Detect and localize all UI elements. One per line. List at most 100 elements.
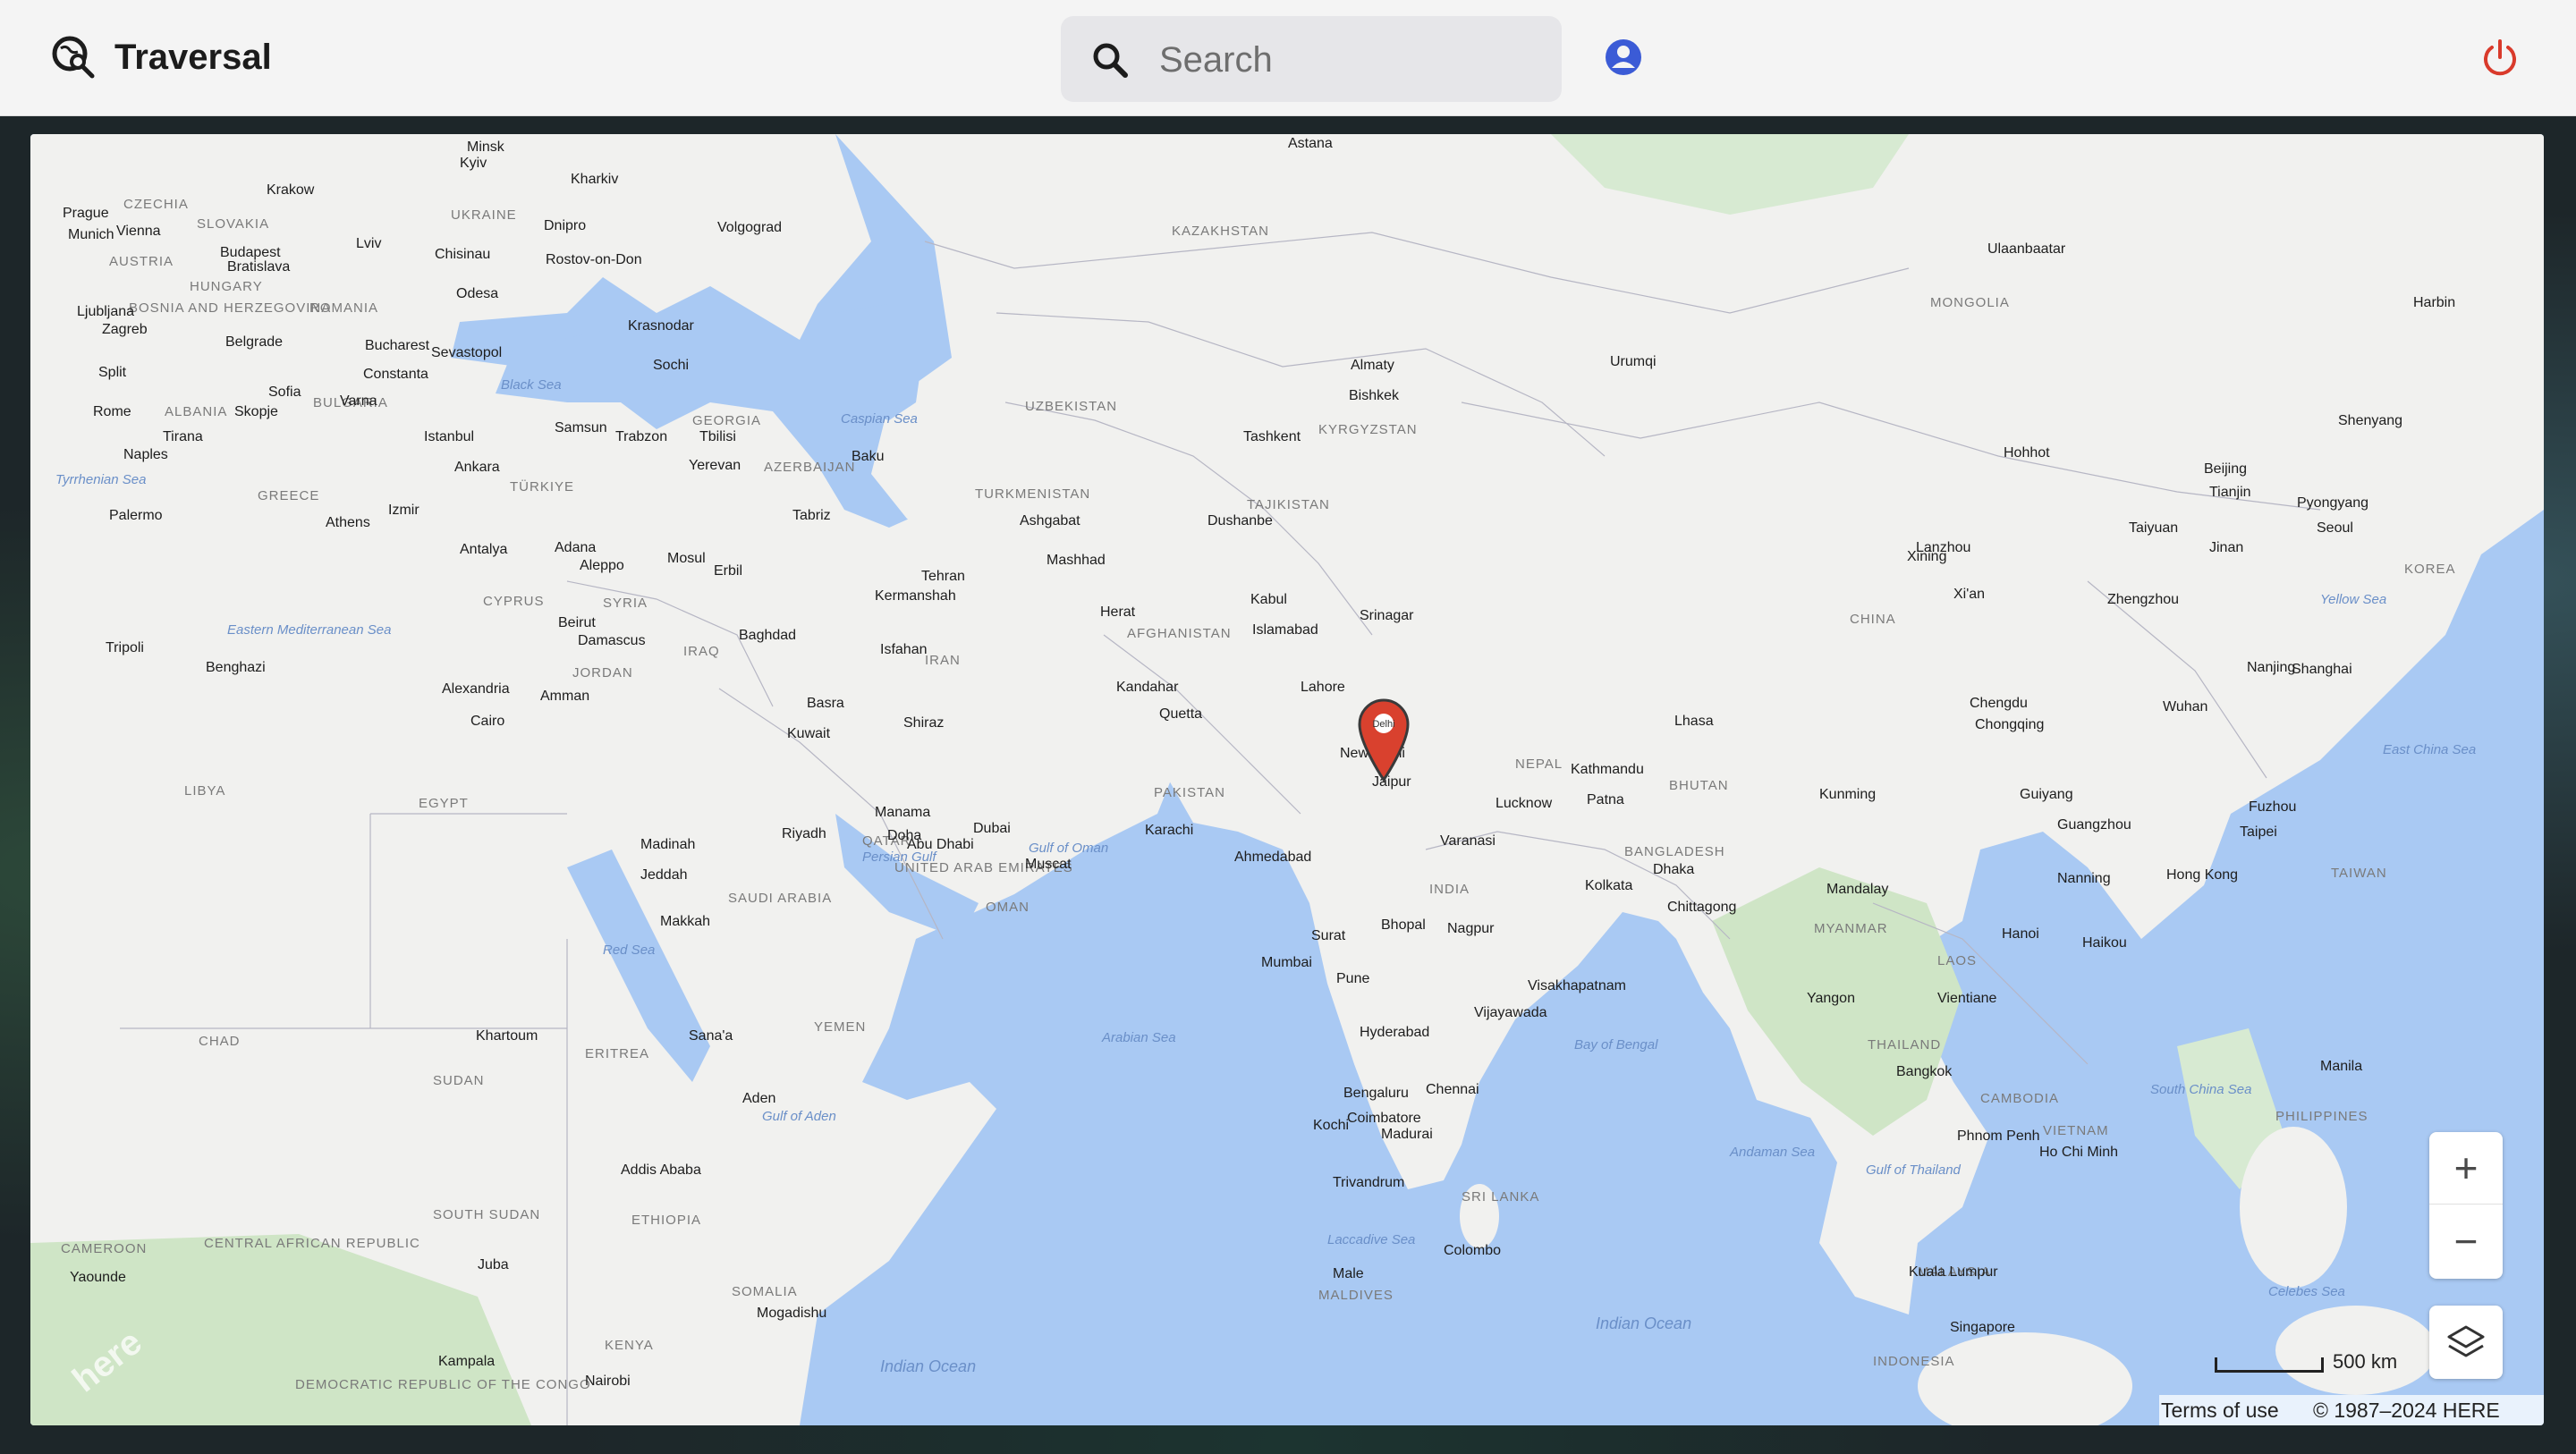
map-label: OMAN	[986, 900, 1030, 915]
map-label: MYANMAR	[1814, 921, 1888, 936]
map-label: UZBEKISTAN	[1025, 399, 1118, 414]
city-label: Istanbul	[424, 429, 475, 444]
city-label: Herat	[1100, 604, 1136, 620]
city-label: Benghazi	[206, 660, 266, 675]
search-box[interactable]	[1061, 16, 1562, 102]
zoom-in-button[interactable]: +	[2429, 1132, 2503, 1205]
scale-label: 500 km	[2333, 1350, 2398, 1373]
sea-label: Red Sea	[603, 943, 656, 958]
map-label: TURKMENISTAN	[975, 486, 1091, 502]
city-label: Hanoi	[2002, 926, 2039, 942]
city-label: Cairo	[470, 714, 505, 729]
city-label: Ashgabat	[1020, 513, 1080, 528]
map-view[interactable]: KAZAKHSTAN MONGOLIA UZBEKISTAN TURKMENIS…	[30, 134, 2544, 1425]
map-label: INDONESIA	[1873, 1354, 1955, 1369]
city-label: Nanning	[2057, 871, 2111, 886]
map-label: ALBANIA	[165, 404, 228, 419]
city-label: Kolkata	[1585, 878, 1633, 893]
map-label: KOREA	[2404, 562, 2456, 577]
city-label: Manila	[2320, 1059, 2363, 1074]
sea-label: Caspian Sea	[841, 411, 918, 427]
city-label: Yerevan	[689, 458, 741, 473]
city-label: Khartoum	[476, 1028, 538, 1044]
city-label: Rome	[93, 404, 131, 419]
map-label: SYRIA	[603, 596, 648, 611]
map-label: CHINA	[1850, 612, 1896, 627]
city-label: Tbilisi	[699, 429, 736, 444]
terms-of-use-link[interactable]: Terms of use	[2161, 1399, 2279, 1423]
map-label: CZECHIA	[123, 197, 189, 212]
city-label: Harbin	[2413, 295, 2456, 310]
city-label: Riyadh	[782, 826, 826, 841]
location-pin-icon[interactable]: Delhi	[1356, 696, 1411, 782]
city-label: Odesa	[456, 286, 499, 301]
city-label: Kuwait	[787, 726, 831, 741]
sea-label: Bay of Bengal	[1574, 1037, 1658, 1052]
sea-label: Andaman Sea	[1730, 1145, 1816, 1160]
map-label: ETHIOPIA	[631, 1213, 702, 1228]
map-label: CHAD	[199, 1034, 241, 1049]
map-label: THAILAND	[1868, 1037, 1942, 1052]
city-label: Fuzhou	[2249, 799, 2297, 815]
map-label: GEORGIA	[692, 413, 762, 428]
city-label: Karachi	[1145, 823, 1194, 838]
map-label: BHUTAN	[1669, 778, 1729, 793]
city-label: Taiyuan	[2129, 520, 2179, 536]
city-label: Chengdu	[1970, 696, 2028, 711]
map-label: MALDIVES	[1318, 1288, 1394, 1303]
sea-label: Eastern Mediterranean Sea	[227, 622, 392, 638]
city-label: Seoul	[2317, 520, 2353, 536]
city-label: Kuala Lumpur	[1909, 1264, 1998, 1280]
map-label: GREECE	[258, 488, 320, 503]
city-label: Sana'a	[689, 1028, 733, 1044]
city-label: Kochi	[1313, 1118, 1350, 1133]
user-account-icon[interactable]	[1604, 38, 1643, 77]
city-label: Pune	[1336, 971, 1370, 986]
city-label: Naples	[123, 447, 168, 462]
city-label: Chennai	[1426, 1082, 1479, 1097]
city-label: Yaounde	[70, 1270, 126, 1285]
city-label: Jeddah	[640, 867, 688, 883]
city-label: Dubai	[973, 821, 1011, 836]
city-label: Minsk	[467, 139, 504, 155]
city-label: Srinagar	[1360, 608, 1414, 623]
city-label: Bratislava	[227, 259, 291, 275]
traversal-logo-icon[interactable]	[50, 34, 97, 80]
city-label: Palermo	[109, 508, 163, 523]
city-label: Shenyang	[2338, 413, 2403, 428]
city-label: Rostov-on-Don	[546, 252, 642, 267]
city-label: Vienna	[116, 224, 161, 239]
city-label: Zagreb	[102, 322, 148, 337]
city-label: Damascus	[578, 633, 646, 648]
power-icon[interactable]	[2479, 38, 2521, 79]
layers-button[interactable]	[2429, 1306, 2503, 1379]
zoom-out-button[interactable]: −	[2429, 1205, 2503, 1277]
city-label: Addis Ababa	[621, 1162, 701, 1178]
layers-icon	[2447, 1325, 2485, 1357]
city-label: Muscat	[1025, 857, 1072, 872]
sea-label: Yellow Sea	[2320, 592, 2387, 607]
city-label: Baku	[852, 449, 885, 464]
map-label: NEPAL	[1515, 757, 1563, 772]
map-label: VIETNAM	[2043, 1123, 2109, 1138]
city-label: Hong Kong	[2166, 867, 2239, 883]
city-label: Trabzon	[615, 429, 668, 444]
search-icon	[1093, 43, 1128, 78]
city-label: Dushanbe	[1208, 513, 1273, 528]
city-label: Alexandria	[442, 681, 510, 697]
city-label: Bangkok	[1896, 1064, 1953, 1079]
city-label: Zhengzhou	[2107, 592, 2180, 607]
city-label: Tabriz	[792, 508, 831, 523]
search-input[interactable]	[1157, 32, 1537, 88]
map-label: TAJIKISTAN	[1247, 497, 1330, 512]
sea-label: Indian Ocean	[880, 1357, 977, 1375]
city-label: Ljubljana	[77, 304, 135, 319]
city-label: Tirana	[163, 429, 203, 444]
city-label: Nanjing	[2247, 660, 2296, 675]
city-label: Ahmedabad	[1234, 850, 1312, 865]
city-label: Coimbatore	[1347, 1111, 1421, 1126]
city-label: Antalya	[460, 542, 508, 557]
map-label: UKRAINE	[451, 207, 517, 223]
city-label: Wuhan	[2163, 699, 2208, 714]
map-label: TAIWAN	[2331, 866, 2387, 881]
